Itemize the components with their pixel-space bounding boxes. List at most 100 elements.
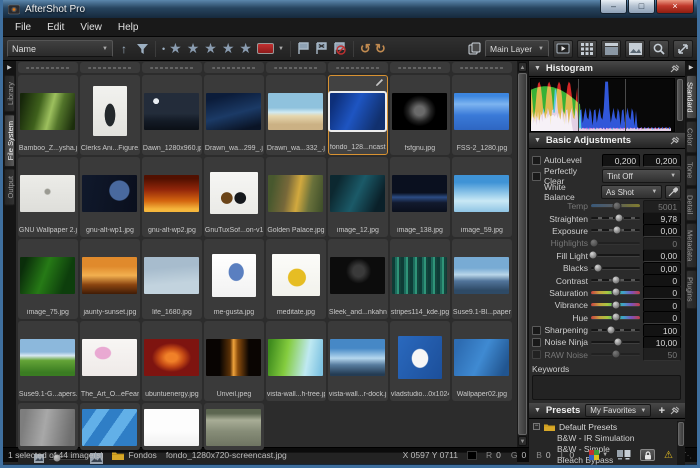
sharpening-slider-knob[interactable]	[606, 325, 615, 334]
thumbnail-clipped[interactable]	[328, 62, 388, 73]
menu-view[interactable]: View	[72, 20, 110, 35]
thumbnail-vista-wall-r-dock-jpg[interactable]: vista-wall...r-dock.jpg	[328, 321, 388, 401]
basic-adjustments-section-header[interactable]: ▼ Basic Adjustments	[529, 133, 685, 149]
layer-dropdown[interactable]: Main Layer ▼	[485, 40, 549, 57]
straighten-slider-knob[interactable]	[615, 214, 624, 223]
blacks-slider-knob[interactable]	[594, 263, 603, 272]
pin-icon[interactable]	[670, 64, 680, 73]
tab-color[interactable]: Color	[686, 121, 697, 153]
straighten-slider[interactable]	[591, 217, 640, 220]
straighten-value-field[interactable]: 9,78	[643, 212, 681, 225]
thumbnail-dawn-1280x960-jpg[interactable]: Dawn_1280x960.jpg	[142, 75, 202, 155]
highlights-slider[interactable]	[591, 242, 640, 245]
resize-grip[interactable]: ⋱	[684, 451, 692, 460]
thumbnail[interactable]	[204, 403, 264, 450]
blacks-slider[interactable]	[591, 267, 640, 270]
noise-ninja-checkbox[interactable]	[532, 338, 541, 347]
minimize-button[interactable]: –	[600, 0, 627, 14]
close-button[interactable]: ×	[656, 0, 694, 14]
sharpening-value-field[interactable]: 100	[643, 324, 681, 337]
rotate-right-icon[interactable]: ↻	[375, 41, 386, 57]
vibrance-slider[interactable]	[591, 303, 640, 307]
thumbnail-clipped[interactable]	[18, 62, 78, 73]
thumbnail-clerks-ani-figure-jpg[interactable]: Clerks Ani...Figure.jpg	[80, 75, 140, 155]
temp-value-field[interactable]: 5001	[643, 200, 681, 213]
sharpening-checkbox[interactable]	[532, 326, 541, 335]
temp-slider[interactable]	[591, 204, 640, 208]
menu-file[interactable]: File	[7, 20, 39, 35]
grid-scrollbar-thumb[interactable]	[518, 73, 527, 435]
thumbnail-vista-wall-h-tree-jpg[interactable]: vista-wall...h-tree.jpg	[266, 321, 326, 401]
thumbnail[interactable]	[80, 403, 140, 450]
thumbnail-image-12-jpg[interactable]: image_12.jpg	[328, 157, 388, 237]
thumbnail-suse9-1-g-apers-jpg[interactable]: Suse9.1-G...apers.jpg	[18, 321, 78, 401]
thumbnail[interactable]	[18, 403, 78, 450]
noise-ninja-value-field[interactable]: 10,00	[643, 336, 681, 349]
exposure-slider[interactable]	[591, 229, 640, 232]
histogram-section-header[interactable]: ▼ Histogram	[529, 61, 685, 77]
hue-value-field[interactable]: 0	[643, 311, 681, 324]
current-folder[interactable]: Fondos	[112, 450, 156, 460]
vibrance-slider-knob[interactable]	[611, 300, 620, 309]
tab-standard[interactable]: Standard	[686, 75, 697, 119]
image-view-button[interactable]	[625, 40, 645, 58]
thumbnail-fondo-128-ncast-jpg[interactable]: fondo_128...ncast.jpg	[328, 75, 388, 155]
hue-slider-knob[interactable]	[612, 313, 621, 322]
thumbnail-fsfgnu-jpg[interactable]: fsfgnu.jpg	[390, 75, 450, 155]
keywords-field[interactable]	[532, 375, 681, 400]
thumbnail-clipped[interactable]	[266, 62, 326, 73]
star-rating-4-icon[interactable]: ★	[222, 40, 236, 57]
tab-library[interactable]: Library	[4, 75, 15, 112]
thumbnail-image-75-jpg[interactable]: image_75.jpg	[18, 239, 78, 319]
collapse-right-panel-icon[interactable]: ▶	[689, 64, 694, 71]
highlights-slider-knob[interactable]	[589, 238, 598, 247]
star-rating-5-icon[interactable]: ★	[239, 40, 253, 57]
preset-b-w-ir-simulation[interactable]: B&W - IR Simulation	[533, 432, 676, 443]
panel-scrollbar-thumb[interactable]	[677, 79, 683, 121]
thumbnail-unveil-jpeg[interactable]: Unveil.jpeg	[204, 321, 264, 401]
exposure-slider-knob[interactable]	[612, 226, 621, 235]
maximize-button[interactable]: □	[628, 0, 655, 14]
thumbnail-sleek-and-nkahn-jpg[interactable]: Sleek_and...nkahn.jpg	[328, 239, 388, 319]
thumbnail-the-art-o-efear-jpg[interactable]: The_Art_O...eFear.jpg	[80, 321, 140, 401]
thumbnail-wallpaper02-jpg[interactable]: Wallpaper02.jpg	[452, 321, 512, 401]
grid-scrollbar[interactable]: ▲ ▼	[517, 61, 528, 447]
color-profile-button[interactable]: ▼	[589, 450, 608, 460]
thumbnail-golden-palace-jpg[interactable]: Golden Palace.jpg	[266, 157, 326, 237]
thumbnail[interactable]	[142, 403, 202, 450]
autolevel-high-field[interactable]: 0,200	[643, 154, 681, 167]
blacks-value-field[interactable]: 0,00	[643, 262, 681, 275]
menu-help[interactable]: Help	[110, 20, 147, 35]
highlights-value-field[interactable]: 0	[643, 237, 681, 250]
zoom-button[interactable]	[649, 40, 669, 58]
fill-light-slider[interactable]	[591, 254, 640, 257]
autolevel-low-field[interactable]: 0,200	[602, 154, 640, 167]
fit-to-window-button[interactable]	[673, 40, 693, 58]
thumbnail-clipped[interactable]	[452, 62, 512, 73]
raw-noise-value-field[interactable]: 50	[643, 348, 681, 361]
perfectly-clear-checkbox[interactable]	[532, 172, 541, 181]
thumbnail-drawn-wa-299-jpg[interactable]: Drawn_wa...299_.jpg	[204, 75, 264, 155]
sort-ascending-icon[interactable]: ↑	[117, 42, 131, 56]
vibrance-value-field[interactable]: 0	[643, 299, 681, 312]
tab-file-system[interactable]: File System	[4, 114, 15, 167]
noise-ninja-slider[interactable]	[591, 341, 640, 344]
sort-field-dropdown[interactable]: Name ▼	[7, 40, 113, 57]
thumbnail-suse9-1-bl-papers-jpg[interactable]: Suse9.1-Bl...papers.jpg	[452, 239, 512, 319]
flag-reject-icon[interactable]	[315, 42, 329, 55]
raw-noise-checkbox[interactable]	[532, 350, 541, 359]
thumbnail-clipped[interactable]	[80, 62, 140, 73]
saturation-value-field[interactable]: 0	[643, 286, 681, 299]
exposure-value-field[interactable]: 0,00	[643, 224, 681, 237]
raw-noise-slider-knob[interactable]	[611, 350, 620, 359]
color-label-dropdown-icon[interactable]: ▼	[278, 46, 284, 52]
thumbnail-image-59-jpg[interactable]: image_59.jpg	[452, 157, 512, 237]
fill-light-value-field[interactable]: 0,00	[643, 249, 681, 262]
tab-metadata[interactable]: Metadata	[686, 223, 697, 268]
presets-scrollbar-thumb[interactable]	[678, 422, 684, 446]
thumbnail-life-1680-jpg[interactable]: life_1680.jpg	[142, 239, 202, 319]
thumbnail-bamboo-z-ysha-jpg[interactable]: Bamboo_Z...ysha.jpg	[18, 75, 78, 155]
layers-icon[interactable]	[467, 42, 481, 55]
white-balance-eyedropper-button[interactable]	[665, 185, 681, 199]
presets-section-header[interactable]: ▼ Presets My Favorites ▼ +	[529, 403, 685, 419]
